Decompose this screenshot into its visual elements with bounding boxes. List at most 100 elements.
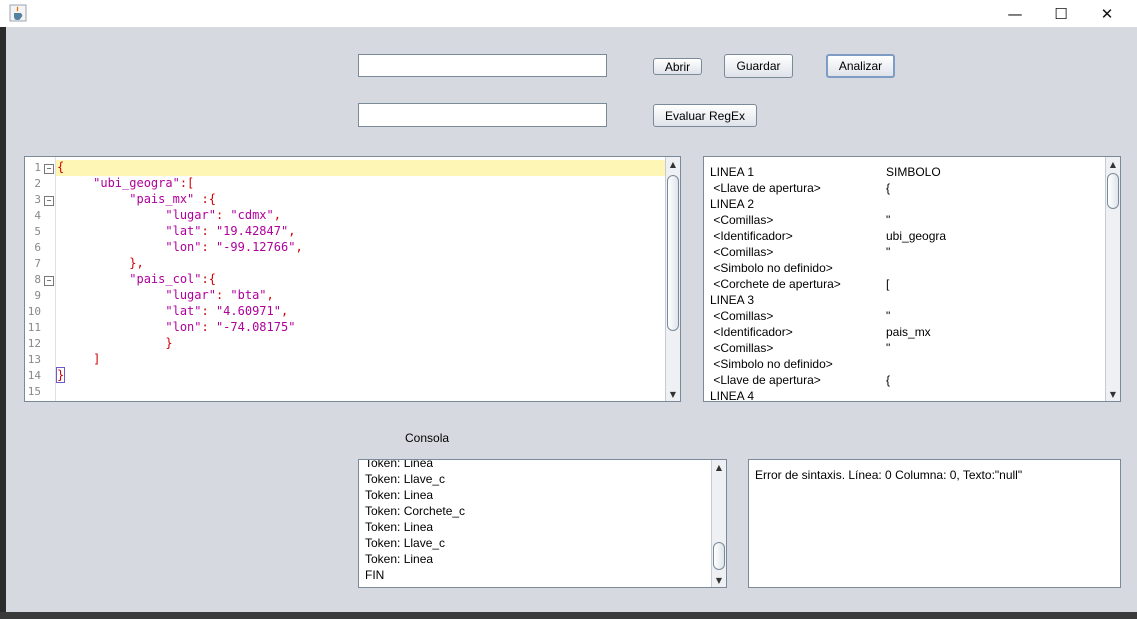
token-row-label: <Comillas>	[710, 341, 774, 355]
maximize-icon: ☐	[1054, 4, 1068, 23]
code-token: ,	[295, 240, 303, 254]
token-row-value: "	[886, 213, 891, 227]
token-row-label: LINEA 3	[710, 293, 755, 307]
desktop-strip-bottom	[0, 612, 1137, 619]
token-row-value: "	[886, 341, 891, 355]
token-row-label: <Comillas>	[710, 245, 774, 259]
open-button[interactable]: Abrir	[653, 58, 702, 75]
line-number: 8	[34, 273, 41, 286]
line-number: 5	[34, 225, 41, 238]
code-line: "pais_mx" :{	[57, 192, 216, 206]
code-token: "lat"	[165, 224, 202, 238]
editor-vertical-scrollbar[interactable]: ▲ ▼	[665, 157, 680, 401]
token-row-value: {	[886, 373, 891, 387]
token-row-value: "	[886, 245, 891, 259]
code-token: },	[129, 256, 144, 270]
close-icon: ✕	[1100, 4, 1114, 23]
token-row-label: <Comillas>	[710, 309, 774, 323]
code-token: ]	[93, 352, 101, 366]
scroll-down-arrow-icon[interactable]: ▼	[712, 573, 726, 587]
console-vertical-scrollbar[interactable]: ▲ ▼	[711, 460, 726, 587]
code-token: "pais_col"	[129, 272, 202, 286]
code-token: :{	[201, 272, 216, 286]
minimize-icon: —	[1007, 4, 1023, 23]
file-path-input[interactable]	[358, 54, 607, 77]
console-line: Token: Linea	[365, 520, 434, 534]
code-token: "-99.12766"	[215, 240, 296, 254]
code-token: :[	[179, 176, 195, 190]
console-line: Token: Corchete_c	[365, 504, 466, 518]
token-row-value: [	[886, 277, 890, 291]
console-output[interactable]: Token: Linea Token: Llave_c Token: Linea To…	[358, 459, 727, 588]
app-window: — ☐ ✕ Abrir Guardar Analizar Evaluar Reg…	[0, 0, 1137, 619]
console-line: Token: Linea	[365, 552, 434, 566]
scroll-up-arrow-icon[interactable]: ▲	[1106, 157, 1120, 171]
code-token: ,	[273, 208, 281, 222]
code-token: "lugar"	[165, 288, 216, 302]
fold-toggle-icon[interactable]: −	[44, 164, 54, 174]
code-token: :	[215, 288, 231, 302]
close-button[interactable]: ✕	[1084, 0, 1130, 27]
regex-input[interactable]	[358, 103, 607, 127]
line-number: 14	[27, 369, 41, 382]
token-row-label: <Corchete de apertura>	[710, 277, 841, 291]
code-token: "lat"	[165, 304, 202, 318]
console-line: Token: Llave_c	[365, 536, 446, 550]
scroll-up-arrow-icon[interactable]: ▲	[666, 157, 680, 171]
evaluate-regex-button[interactable]: Evaluar RegEx	[653, 104, 757, 127]
code-token: "4.60971"	[215, 304, 281, 318]
code-token: :	[215, 208, 231, 222]
current-line-highlight	[55, 160, 667, 176]
code-token: "lon"	[165, 240, 202, 254]
token-row-value: {	[886, 181, 891, 195]
scroll-down-arrow-icon[interactable]: ▼	[666, 387, 680, 401]
code-token: {	[57, 160, 65, 174]
code-token: "cdmx"	[230, 208, 274, 222]
fold-toggle-icon[interactable]: −	[44, 196, 54, 206]
minimize-button[interactable]: —	[992, 0, 1038, 27]
maximize-button[interactable]: ☐	[1038, 0, 1084, 27]
console-line: Token: Llave_c	[365, 472, 446, 486]
code-token: ,	[266, 288, 274, 302]
analyze-button[interactable]: Analizar	[826, 54, 895, 78]
line-number-gutter: 1−2 3−4 5 6 7 8−9 10 11 12 13 14 15	[25, 157, 56, 401]
line-number: 7	[34, 257, 41, 270]
save-button[interactable]: Guardar	[724, 54, 793, 78]
code-line: }	[55, 367, 66, 383]
console-line: FIN	[365, 568, 385, 582]
code-line: "lon": "-74.08175"	[57, 320, 295, 334]
error-output[interactable]: Error de sintaxis. Línea: 0 Columna: 0, …	[748, 459, 1121, 588]
scroll-down-arrow-icon[interactable]: ▼	[1106, 387, 1120, 401]
java-cup-icon	[9, 4, 27, 22]
token-row-label: <Identificador>	[710, 325, 793, 339]
line-number: 2	[34, 177, 41, 190]
token-row-label: <Simbolo no definido>	[710, 261, 833, 275]
line-number: 15	[27, 385, 41, 398]
line-number: 3	[34, 193, 41, 206]
code-line: "lon": "-99.12766",	[57, 240, 303, 254]
code-line: "lugar": "cdmx",	[57, 208, 281, 222]
token-row-label: <Llave de apertura>	[710, 181, 821, 195]
code-token: "-74.08175"	[215, 320, 296, 334]
token-row-label: <Comillas>	[710, 213, 774, 227]
code-token: "lon"	[165, 320, 202, 334]
tokens-vertical-scrollbar[interactable]: ▲ ▼	[1105, 157, 1120, 401]
console-line: Token: Linea	[365, 459, 434, 470]
code-line: ]	[57, 352, 100, 366]
code-editor[interactable]: 1−2 3−4 5 6 7 8−9 10 11 12 13 14 15 { "ubi_geogra":…	[24, 156, 681, 402]
token-list-panel[interactable]: LINEA 1 SIMBOLO <Llave de apertura> {LINEA…	[703, 156, 1121, 402]
scroll-thumb[interactable]	[1107, 173, 1119, 209]
token-row-label: <Identificador>	[710, 229, 793, 243]
fold-toggle-icon[interactable]: −	[44, 276, 54, 286]
scroll-thumb[interactable]	[713, 542, 725, 570]
code-token: "bta"	[230, 288, 267, 302]
token-row-label: LINEA 2	[710, 197, 755, 211]
code-token: :	[201, 240, 216, 254]
title-bar: — ☐ ✕	[0, 0, 1137, 27]
scroll-thumb[interactable]	[667, 175, 679, 331]
scroll-up-arrow-icon[interactable]: ▲	[712, 460, 726, 474]
